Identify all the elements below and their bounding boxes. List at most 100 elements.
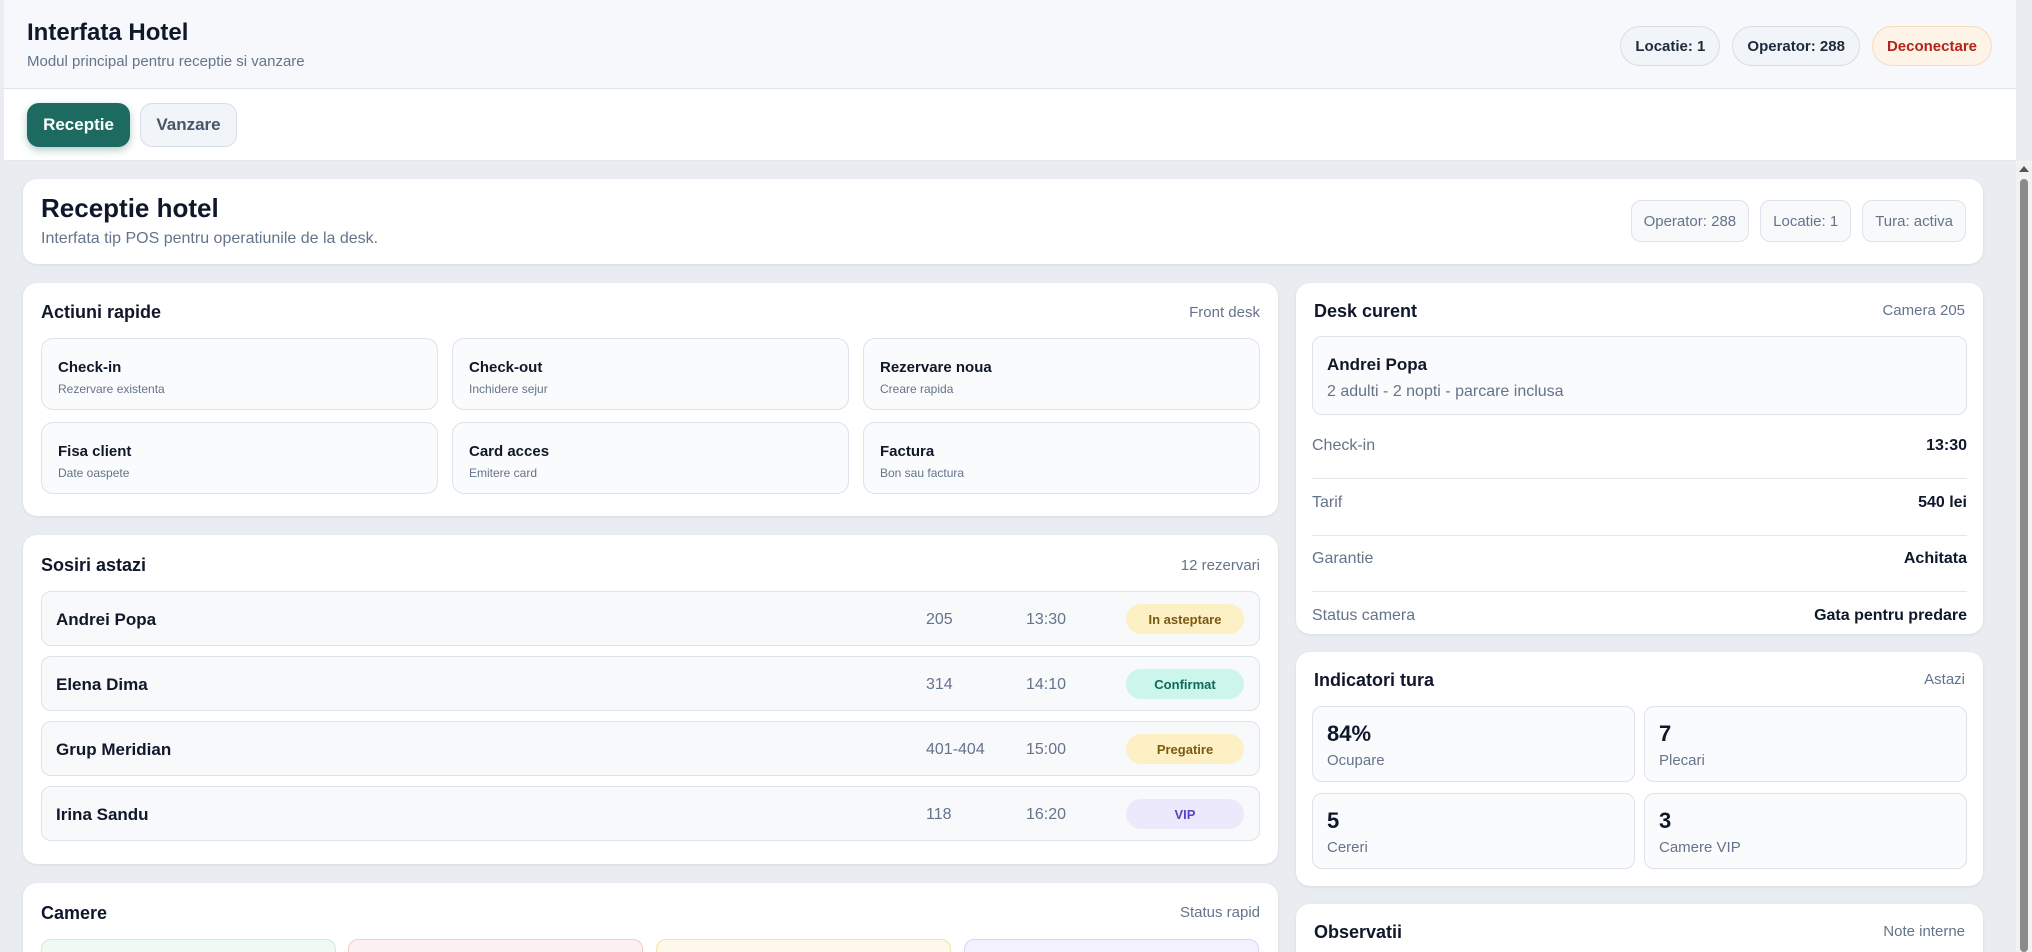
arrival-row[interactable]: Elena Dima 314 14:10 Confirmat xyxy=(41,656,1260,711)
detail-row-check-in: Check-in 13:30 xyxy=(1312,423,1967,479)
action-check-out[interactable]: Check-out Inchidere sejur xyxy=(452,338,849,410)
operator-pill: Operator: 288 xyxy=(1732,26,1860,66)
action-title: Fisa client xyxy=(58,443,132,460)
rooms-meta: Status rapid xyxy=(1179,904,1260,921)
app-subtitle: Modul principal pentru receptie si vanza… xyxy=(27,53,305,70)
arrival-guest-name: Andrei Popa xyxy=(56,610,157,629)
stat-departures: 7 Plecari xyxy=(1644,706,1967,782)
action-subtitle: Inchidere sejur xyxy=(469,382,548,396)
desk-meta: Camera 205 xyxy=(1882,302,1965,319)
action-new-reservation[interactable]: Rezervare noua Creare rapida xyxy=(863,338,1260,410)
room-tile[interactable] xyxy=(964,939,1259,952)
action-title: Factura xyxy=(880,443,935,460)
rooms-title: Camere xyxy=(41,903,108,923)
room-tile[interactable] xyxy=(656,939,951,952)
quick-actions-card: Actiuni rapide Front desk Check-in Rezer… xyxy=(23,283,1278,516)
room-tile[interactable] xyxy=(348,939,643,952)
detail-row-guarantee: Garantie Achitata xyxy=(1312,536,1967,592)
guest-name: Andrei Popa xyxy=(1327,355,1428,374)
app-title: Interfata Hotel xyxy=(27,19,189,46)
action-title: Card acces xyxy=(469,443,550,460)
action-check-in[interactable]: Check-in Rezervare existenta xyxy=(41,338,438,410)
scroll-thumb[interactable] xyxy=(2020,179,2028,952)
status-badge: VIP xyxy=(1126,799,1244,829)
action-access-card[interactable]: Card acces Emitere card xyxy=(452,422,849,494)
stat-value: 3 xyxy=(1659,808,1672,833)
stat-label: Plecari xyxy=(1659,752,1705,769)
rooms-card: Camere Status rapid xyxy=(23,883,1278,952)
detail-row-rate: Tarif 540 lei xyxy=(1312,480,1967,536)
action-subtitle: Date oaspete xyxy=(58,466,130,480)
stat-value: 7 xyxy=(1659,721,1672,746)
arrival-time: 15:00 xyxy=(1026,741,1067,758)
operator-chip: Operator: 288 xyxy=(1630,200,1750,242)
status-badge: Pregatire xyxy=(1126,734,1244,764)
stat-requests: 5 Cereri xyxy=(1312,793,1635,869)
arrival-room: 401-404 xyxy=(926,741,985,758)
guest-info: 2 adulti - 2 nopti - parcare inclusa xyxy=(1327,383,1564,400)
stat-value: 5 xyxy=(1327,808,1340,833)
detail-label: Tarif xyxy=(1312,494,1343,511)
tab-bar: Receptie Vanzare xyxy=(4,89,2016,161)
page-title: Receptie hotel xyxy=(41,193,219,223)
arrival-row[interactable]: Grup Meridian 401-404 15:00 Pregatire xyxy=(41,721,1260,776)
arrivals-title: Sosiri astazi xyxy=(41,555,147,575)
scroll-up-arrow-icon[interactable] xyxy=(2019,166,2029,172)
page-subtitle: Interfata tip POS pentru operatiunile de… xyxy=(41,230,379,247)
arrival-row[interactable]: Andrei Popa 205 13:30 In asteptare xyxy=(41,591,1260,646)
stat-value: 84% xyxy=(1327,721,1372,746)
desk-title: Desk curent xyxy=(1314,301,1418,321)
arrival-time: 16:20 xyxy=(1026,806,1067,823)
action-invoice[interactable]: Factura Bon sau factura xyxy=(863,422,1260,494)
tab-vanzare[interactable]: Vanzare xyxy=(140,103,237,147)
arrival-room: 314 xyxy=(926,676,953,693)
page-chips: Operator: 288 Locatie: 1 Tura: activa xyxy=(1630,200,1966,242)
action-subtitle: Bon sau factura xyxy=(880,466,965,480)
current-desk-card: Desk curent Camera 205 Andrei Popa 2 adu… xyxy=(1296,283,1983,634)
detail-value: Gata pentru predare xyxy=(1814,607,1967,624)
stat-vip-rooms: 3 Camere VIP xyxy=(1644,793,1967,869)
arrivals-card: Sosiri astazi 12 rezervari Andrei Popa 2… xyxy=(23,535,1278,864)
arrival-guest-name: Grup Meridian xyxy=(56,740,172,759)
detail-label: Check-in xyxy=(1312,437,1376,454)
shift-indicators-card: Indicatori tura Astazi 84% Ocupare 7 Ple… xyxy=(1296,652,1983,886)
arrival-row[interactable]: Irina Sandu 118 16:20 VIP xyxy=(41,786,1260,841)
detail-label: Garantie xyxy=(1312,550,1374,567)
action-title: Check-out xyxy=(469,359,543,376)
quick-actions-title: Actiuni rapide xyxy=(41,302,162,322)
stat-occupancy: 84% Ocupare xyxy=(1312,706,1635,782)
quick-actions-meta: Front desk xyxy=(1189,304,1260,321)
notes-title: Observatii xyxy=(1314,922,1403,942)
detail-value: 13:30 xyxy=(1926,437,1967,454)
detail-value: 540 lei xyxy=(1918,494,1967,511)
status-badge: In asteptare xyxy=(1126,604,1244,634)
arrival-guest-name: Elena Dima xyxy=(56,675,148,694)
location-chip: Locatie: 1 xyxy=(1760,200,1852,242)
header-pills: Locatie: 1 Operator: 288 Deconectare xyxy=(1620,26,1992,66)
arrival-time: 13:30 xyxy=(1026,611,1067,628)
action-subtitle: Emitere card xyxy=(469,466,538,480)
shift-chip: Tura: activa xyxy=(1862,200,1966,242)
guest-summary[interactable]: Andrei Popa 2 adulti - 2 nopti - parcare… xyxy=(1312,336,1967,415)
indicators-title: Indicatori tura xyxy=(1314,670,1435,690)
location-pill: Locatie: 1 xyxy=(1620,26,1721,66)
action-client-file[interactable]: Fisa client Date oaspete xyxy=(41,422,438,494)
arrivals-meta: 12 rezervari xyxy=(1180,557,1260,574)
app-header: Interfata Hotel Modul principal pentru r… xyxy=(4,0,2016,89)
logout-button[interactable]: Deconectare xyxy=(1871,26,1992,66)
arrival-room: 118 xyxy=(926,806,952,823)
stat-label: Cereri xyxy=(1327,839,1368,856)
notes-meta: Note interne xyxy=(1883,923,1965,940)
page-scrollbar[interactable] xyxy=(2016,161,2032,952)
action-subtitle: Creare rapida xyxy=(880,382,954,396)
detail-value: Achitata xyxy=(1903,550,1967,567)
action-title: Check-in xyxy=(58,359,122,376)
status-badge: Confirmat xyxy=(1126,669,1244,699)
stat-label: Ocupare xyxy=(1327,752,1385,769)
detail-label: Status camera xyxy=(1312,607,1416,624)
room-tile[interactable] xyxy=(41,939,336,952)
detail-row-room-status: Status camera Gata pentru predare xyxy=(1312,593,1967,649)
arrival-time: 14:10 xyxy=(1026,676,1067,693)
tab-receptie[interactable]: Receptie xyxy=(27,103,130,147)
notes-card: Observatii Note interne xyxy=(1296,904,1983,952)
